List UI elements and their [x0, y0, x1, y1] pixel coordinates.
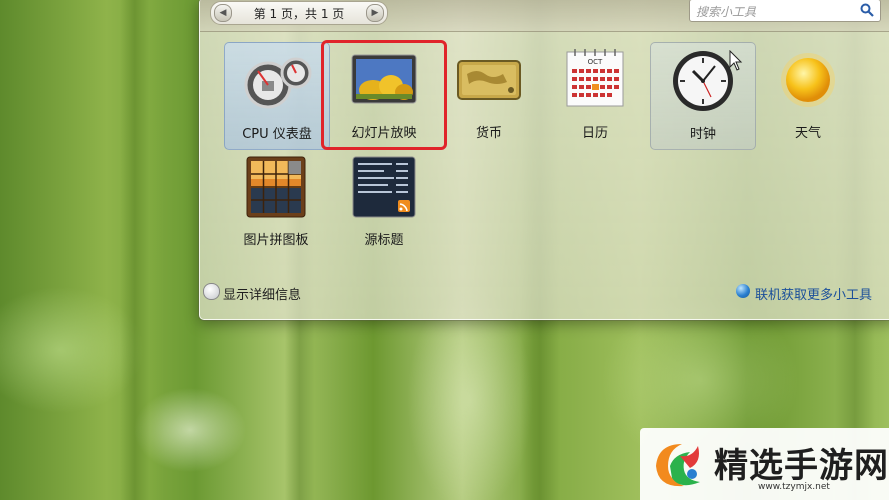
chevron-down-icon[interactable] [203, 283, 220, 300]
cpu-meter-icon [244, 57, 312, 109]
chevron-right-icon[interactable]: ▶ [366, 4, 384, 22]
get-more-gadgets-link[interactable]: 联机获取更多小工具 [735, 284, 872, 303]
search-icon[interactable] [859, 2, 875, 18]
currency-icon [457, 60, 521, 100]
calendar-icon: OCT [566, 49, 624, 107]
show-details-label: 显示详细信息 [223, 288, 302, 303]
gadget-picture-puzzle[interactable]: 图片拼图板 [224, 151, 328, 257]
chevron-left-icon[interactable]: ◀ [214, 4, 232, 22]
picture-puzzle-icon [246, 156, 306, 218]
globe-icon [735, 284, 750, 298]
watermark-title: 精选手游网 [714, 446, 889, 486]
clock-icon [673, 51, 733, 111]
gadget-label: 货币 [475, 126, 502, 141]
gadget-currency[interactable]: 货币 [437, 42, 541, 148]
gadget-label: 源标题 [364, 233, 404, 248]
page-navigator: ◀ 第 1 页，共 1 页 ▶ [210, 1, 388, 25]
weather-sun-icon [781, 53, 835, 107]
get-more-gadgets-label: 联机获取更多小工具 [754, 288, 872, 303]
gadget-weather[interactable]: 天气 [756, 42, 860, 148]
gadget-calendar[interactable]: OCT 日历 [543, 42, 647, 148]
page-indicator: 第 1 页，共 1 页 [253, 7, 345, 21]
calendar-month-text: OCT [588, 58, 603, 66]
search-input[interactable]: 搜索小工具 [689, 0, 881, 22]
gadget-label: 时钟 [689, 127, 716, 142]
watermark-swirl-icon [656, 444, 700, 487]
gadget-gallery-window: ◀ 第 1 页，共 1 页 ▶ 搜索小工具 CPU 仪表盘 幻灯片放映 货币 O… [199, 0, 889, 320]
gadget-cpu-meter[interactable]: CPU 仪表盘 [224, 42, 330, 150]
highlight-box [321, 40, 447, 150]
gadget-label: 天气 [794, 126, 821, 141]
feed-headlines-icon [352, 156, 416, 218]
gallery-toolbar: ◀ 第 1 页，共 1 页 ▶ 搜索小工具 [200, 0, 889, 32]
gadget-label: 图片拼图板 [243, 233, 309, 248]
gadget-label: 日历 [581, 126, 608, 141]
search-placeholder: 搜索小工具 [696, 5, 757, 19]
gallery-footer: 显示详细信息 联机获取更多小工具 [200, 276, 889, 316]
watermark-url: www.tzymjx.net [758, 482, 830, 492]
mouse-cursor-icon [729, 50, 743, 71]
gadget-feed-headlines[interactable]: 源标题 [332, 151, 436, 257]
watermark-logo: 精选手游网 www.tzymjx.net [640, 428, 889, 500]
gadget-label: CPU 仪表盘 [242, 127, 312, 142]
show-details-button[interactable]: 显示详细信息 [203, 283, 302, 303]
